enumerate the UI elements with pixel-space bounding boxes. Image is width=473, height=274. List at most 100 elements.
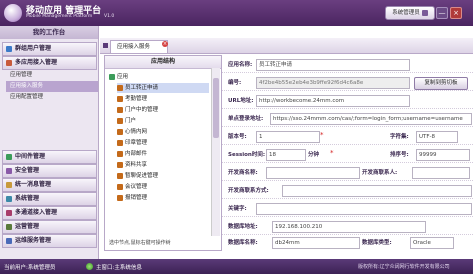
row-url: URL地址: http://workbecome.24mm.com: [222, 93, 473, 109]
row-developer: 开发商名称: 开发商联系人:: [222, 165, 473, 181]
tree-item[interactable]: 会议管理: [117, 182, 147, 192]
url-input[interactable]: http://workbecome.24mm.com: [256, 95, 410, 107]
tree-item[interactable]: 内部邮件: [117, 149, 147, 159]
nav-group-operations[interactable]: 运营管理: [2, 220, 97, 234]
db-name-label: 数据库名称:: [228, 240, 258, 246]
app-node-icon: [117, 194, 123, 201]
nav-group-messages[interactable]: 统一消息管理: [2, 178, 97, 192]
tree-item[interactable]: 门户: [117, 116, 136, 126]
nav-item-app-access-service[interactable]: 应用接入服务: [6, 81, 98, 92]
nav-group-system[interactable]: 系统管理: [2, 192, 97, 206]
db-name-input[interactable]: db24mm: [272, 237, 360, 249]
tree-item[interactable]: 员工转正申请: [117, 83, 209, 93]
db-type-select[interactable]: Oracle: [410, 237, 454, 249]
nav-group-label: 多通道接入管理: [15, 209, 58, 216]
nav-group-app-label: 多应用接入管理: [15, 59, 58, 66]
url-label: URL地址:: [228, 98, 254, 104]
tree-item[interactable]: 心情内网: [117, 127, 147, 137]
keyword-label: 关键字:: [228, 206, 247, 212]
tree-header: 应用结构: [105, 56, 221, 69]
app-logo-icon: [4, 4, 22, 22]
main-window-status: 主窗口:主系统信息: [96, 265, 142, 271]
tree-item-label: 资料共享: [125, 162, 148, 168]
tree-item[interactable]: 暂聊促进管理: [117, 171, 158, 181]
tree-item-label: 报销管理: [125, 195, 148, 201]
tree-item[interactable]: 考勤管理: [117, 94, 147, 104]
row-session: Session时间: 18 分钟 * 排序号: 99999: [222, 147, 473, 163]
app-node-icon: [117, 128, 123, 135]
charset-select[interactable]: UTF-8: [416, 131, 458, 143]
app-header: 移动应用 管理平台 Mobile Management Platform V1.…: [0, 0, 473, 26]
tree-scrollbar[interactable]: [211, 68, 220, 236]
sso-input[interactable]: https://sso.24mmm.com/cas/;form=login_fo…: [270, 113, 472, 125]
nav-group-maintenance[interactable]: 运维服务管理: [2, 234, 97, 248]
scroll-thumb[interactable]: [213, 78, 219, 138]
system-icon: [6, 195, 12, 202]
minimize-button[interactable]: —: [436, 7, 448, 19]
copy-to-clipboard-button[interactable]: 复制到剪切板: [414, 77, 468, 90]
db-address-input[interactable]: 192.168.100.210: [272, 221, 426, 233]
tab-bar-icon: [103, 43, 108, 48]
row-keyword: 关键字:: [222, 201, 473, 217]
maintenance-icon: [6, 237, 12, 244]
required-marker: *: [320, 131, 324, 139]
tree-root-label: 应用: [117, 74, 129, 80]
tree-root[interactable]: 应用: [109, 72, 128, 82]
app-node-icon: [117, 183, 123, 190]
app-name-input[interactable]: 员工转正申请: [256, 59, 410, 71]
nav-group-app-access[interactable]: 多应用接入管理: [2, 56, 97, 70]
tree-item-label: 内部邮件: [125, 151, 148, 157]
tree-item-label: 门户: [125, 118, 137, 124]
tree-item-label: 门户中的管理: [125, 107, 159, 113]
keyword-input[interactable]: [256, 203, 472, 215]
nav-group-middleware[interactable]: 中间件管理: [2, 150, 97, 164]
nav-group-label: 安全管理: [15, 167, 40, 174]
session-input[interactable]: 18: [266, 149, 306, 161]
tab-close-icon[interactable]: ×: [162, 41, 168, 47]
row-db-address: 数据库地址: 192.168.100.210: [222, 219, 473, 235]
app-node-icon: [117, 84, 123, 91]
app-detail-form: 应用名称: 员工转正申请 编号: 4f2be4b55e2eb4e3b9ffe92…: [222, 55, 473, 249]
row-sso: 单点登录地址: https://sso.24mmm.com/cas/;form=…: [222, 111, 473, 127]
status-bar: 当前用户:系统管理员 主窗口:主系统信息 版权所有:辽宁众阔网行软件开发有限公司: [0, 259, 473, 274]
tree-item-label: 印章管理: [125, 140, 148, 146]
current-user-status: 当前用户:系统管理员: [4, 265, 56, 271]
nav-group-multichannel[interactable]: 多通道接入管理: [2, 206, 97, 220]
nav-item-app-config[interactable]: 应用配置管理: [6, 92, 98, 103]
tree-item-label: 暂聊促进管理: [125, 173, 159, 179]
nav-item-app-manage[interactable]: 应用管理: [6, 70, 98, 81]
tab-app-access-service[interactable]: 应用接入服务: [110, 40, 168, 53]
row-version: 版本号: 1 * 字符集: UTF-8: [222, 129, 473, 145]
app-name-label: 应用名称:: [228, 62, 253, 68]
version-input[interactable]: 1: [256, 131, 320, 143]
developer-contact-input[interactable]: [412, 167, 470, 179]
operations-icon: [6, 223, 12, 230]
row-app-name: 应用名称: 员工转正申请: [222, 57, 473, 73]
code-label: 编号:: [228, 80, 242, 86]
tree-item-label: 员工转正申请: [125, 85, 159, 91]
tree-hint: 选中节点,鼠标右键可操作树: [109, 240, 171, 246]
code-input[interactable]: 4f2be4b55e2eb4e3b9ffe92f6d4c6a8e: [256, 77, 410, 89]
tree-item-label: 会议管理: [125, 184, 148, 190]
menu-icon: [421, 9, 428, 16]
nav-group-users[interactable]: 群组用户管理: [2, 42, 97, 56]
tree-item[interactable]: 报销管理: [117, 193, 147, 203]
developer-name-input[interactable]: [266, 167, 360, 179]
system-admin-button[interactable]: 系统管理员: [385, 6, 435, 20]
nav-group-label: 中间件管理: [15, 153, 46, 160]
tree-item[interactable]: 资料共享: [117, 160, 147, 170]
tree-item[interactable]: 门户中的管理: [117, 105, 158, 115]
app-node-icon: [117, 117, 123, 124]
developer-contact-method-input[interactable]: [282, 185, 472, 197]
session-unit: 分钟: [308, 152, 320, 158]
status-indicator-icon: [86, 263, 93, 270]
nav-group-security[interactable]: 安全管理: [2, 164, 97, 178]
app-node-icon: [117, 150, 123, 157]
close-button[interactable]: ×: [450, 7, 462, 19]
security-icon: [6, 167, 12, 174]
version-label: 版本号:: [228, 134, 247, 140]
sort-input[interactable]: 99999: [416, 149, 470, 161]
nav-group-label: 统一消息管理: [15, 181, 52, 188]
tree-item-label: 考勤管理: [125, 96, 148, 102]
tree-item[interactable]: 印章管理: [117, 138, 147, 148]
